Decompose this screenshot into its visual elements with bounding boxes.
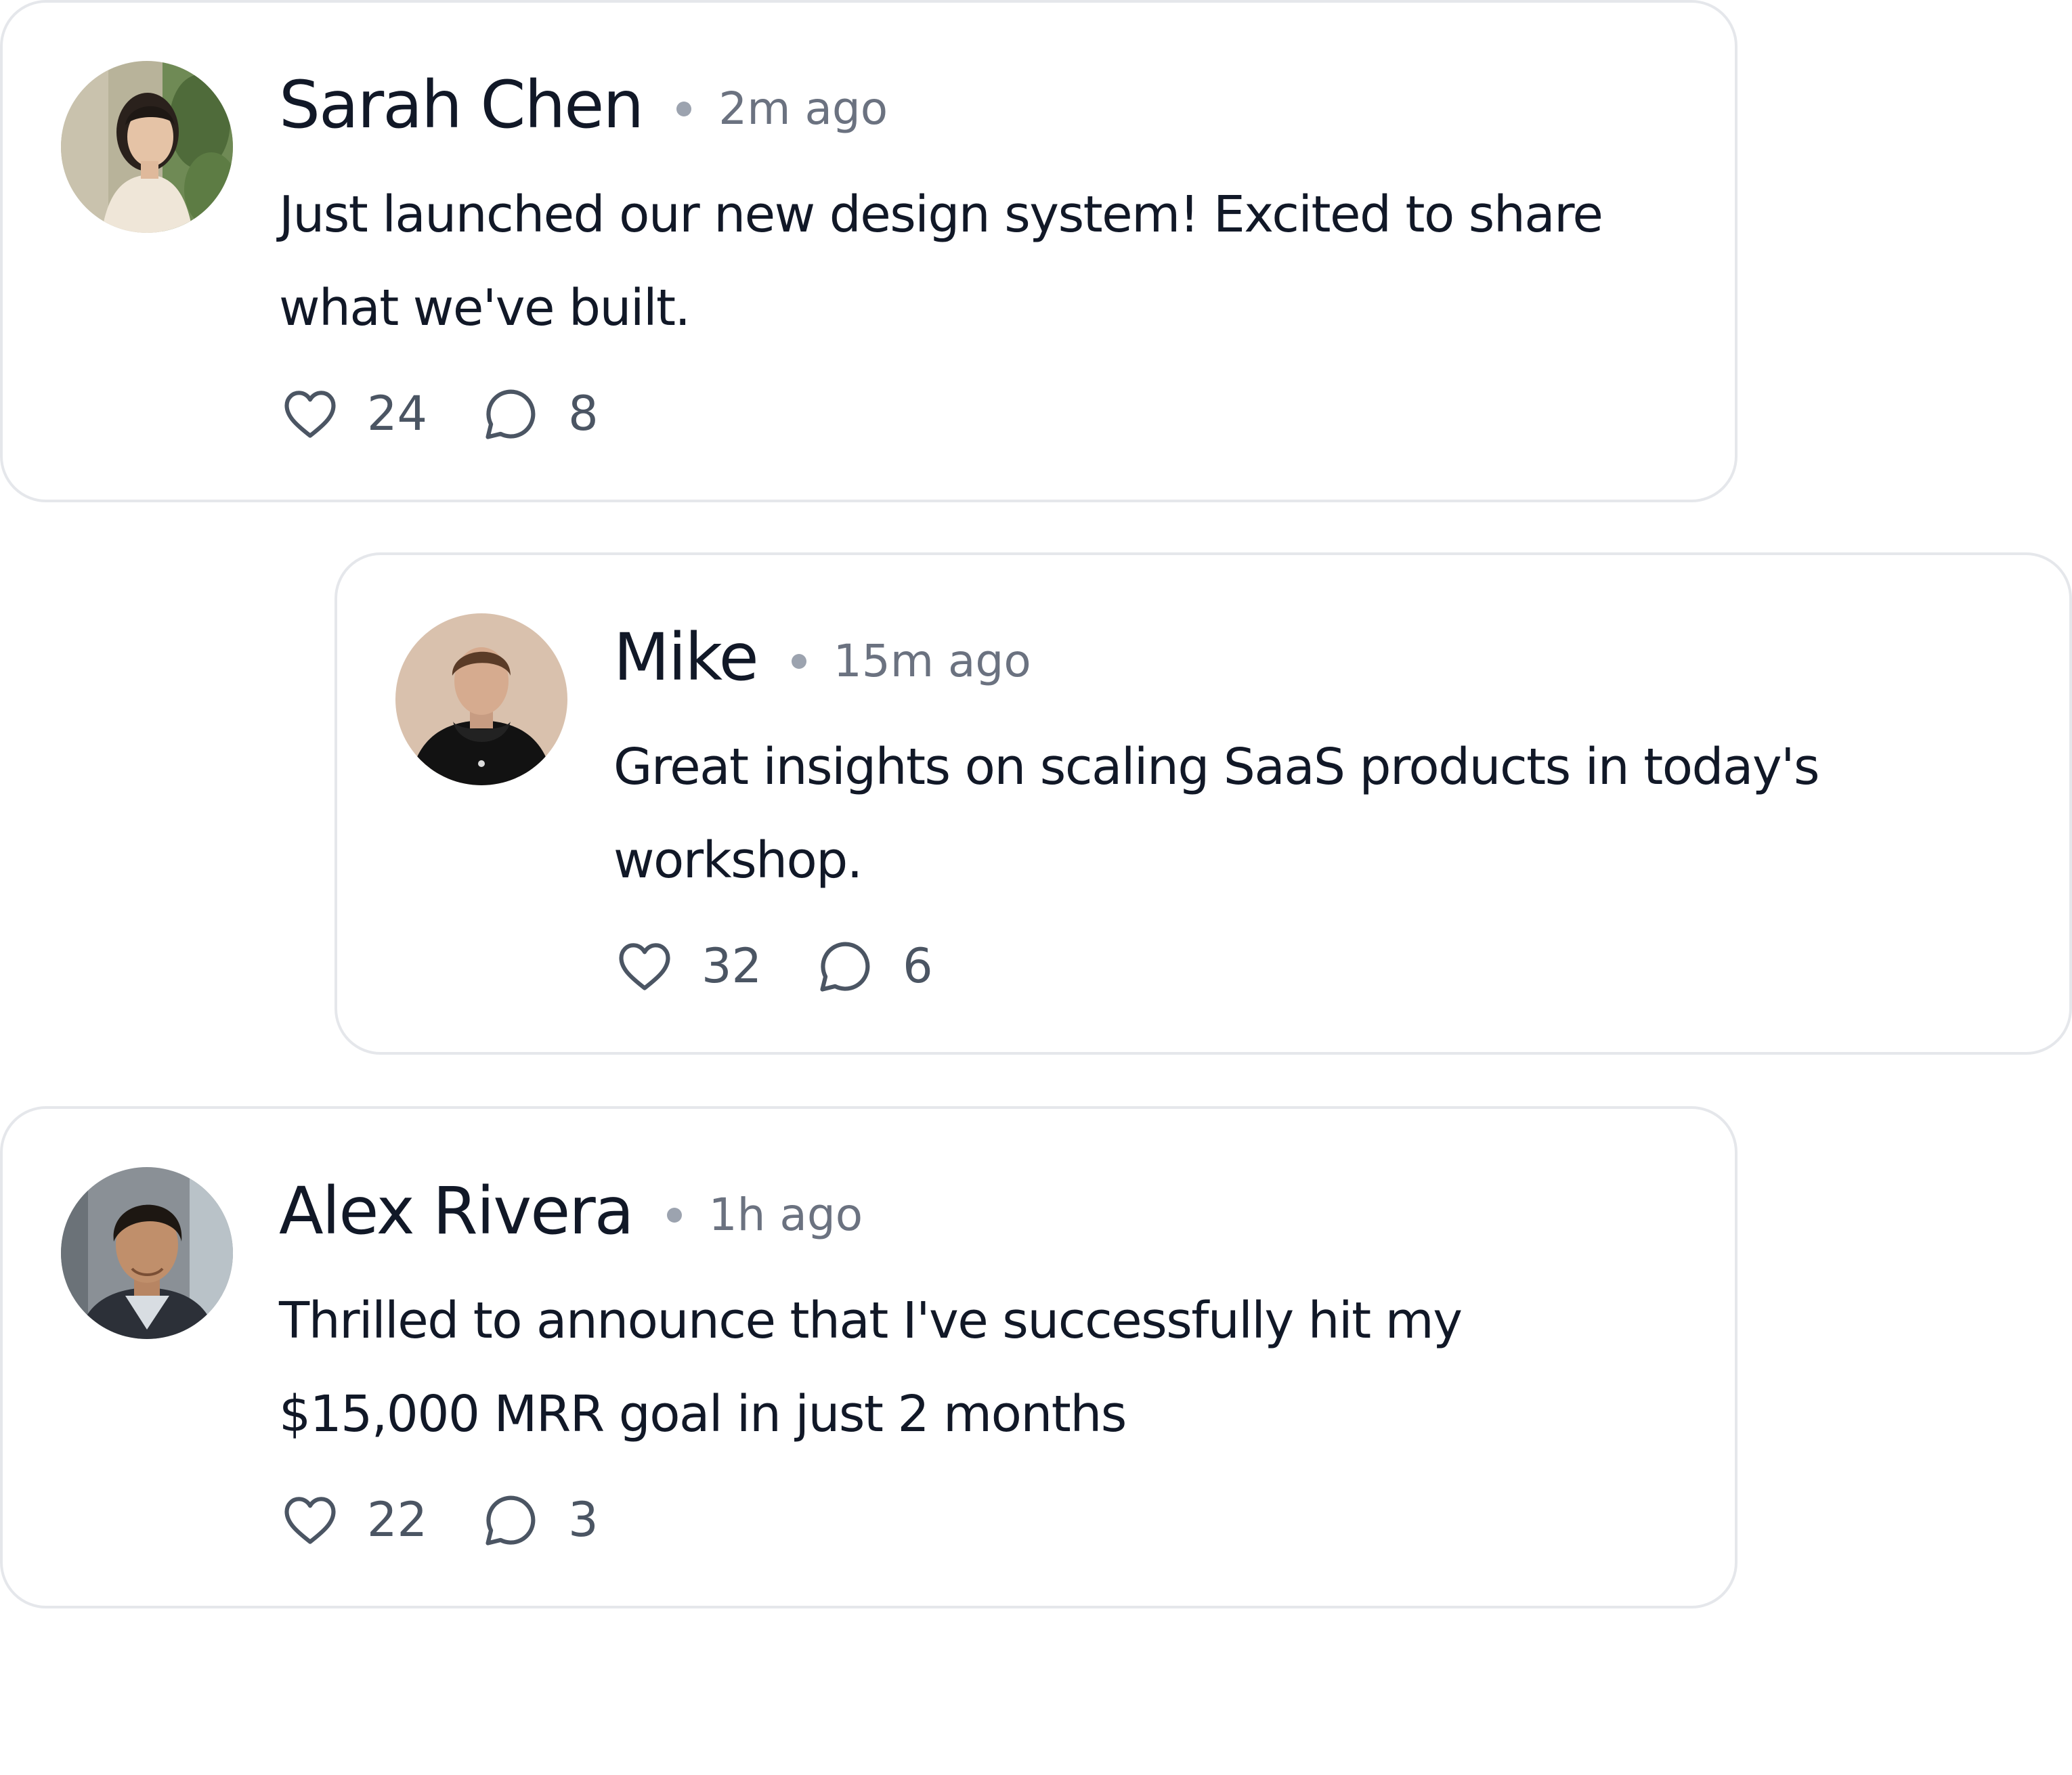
comment-count: 8 <box>568 386 599 441</box>
like-count: 22 <box>367 1492 428 1548</box>
post-timestamp: 1h ago <box>708 1188 863 1241</box>
post-timestamp: 15m ago <box>833 634 1031 687</box>
post-actions: 24 8 <box>279 376 599 451</box>
comment-button[interactable]: 8 <box>480 382 599 445</box>
comment-button[interactable]: 3 <box>480 1489 599 1551</box>
post-timestamp: 2m ago <box>718 82 888 135</box>
post-actions: 22 3 <box>279 1483 599 1557</box>
heart-icon <box>619 943 670 990</box>
avatar[interactable] <box>61 61 233 233</box>
post-card: Mike 15m ago Great insights on scaling S… <box>334 552 2072 1055</box>
like-button[interactable]: 24 <box>279 382 427 445</box>
comment-count: 3 <box>568 1492 599 1548</box>
author-name[interactable]: Sarah Chen <box>279 67 644 143</box>
heart-icon <box>284 1497 336 1544</box>
post-card: Sarah Chen 2m ago Just launched our new … <box>0 0 1738 502</box>
like-button[interactable]: 22 <box>279 1489 427 1551</box>
separator-dot <box>791 654 806 669</box>
avatar[interactable] <box>395 613 567 785</box>
like-button[interactable]: 32 <box>613 935 762 997</box>
post-text: Great insights on scaling SaaS products … <box>613 738 1820 890</box>
heart-icon <box>284 391 336 438</box>
speech-bubble-icon <box>485 1495 536 1546</box>
separator-dot <box>666 1208 682 1223</box>
post-text: Thrilled to announce that I've successfu… <box>279 1292 1463 1443</box>
author-name[interactable]: Alex Rivera <box>279 1173 634 1249</box>
separator-dot <box>676 102 692 116</box>
speech-bubble-icon <box>820 942 870 992</box>
speech-bubble-icon <box>485 389 536 439</box>
post-text: Just launched our new design system! Exc… <box>279 185 1603 337</box>
like-count: 32 <box>702 938 762 994</box>
comment-count: 6 <box>903 938 933 994</box>
avatar[interactable] <box>61 1167 233 1339</box>
like-count: 24 <box>367 386 428 441</box>
author-name[interactable]: Mike <box>613 619 759 695</box>
comment-button[interactable]: 6 <box>815 935 933 997</box>
post-card: Alex Rivera 1h ago Thrilled to announce … <box>0 1106 1738 1608</box>
post-actions: 32 6 <box>613 929 933 1003</box>
